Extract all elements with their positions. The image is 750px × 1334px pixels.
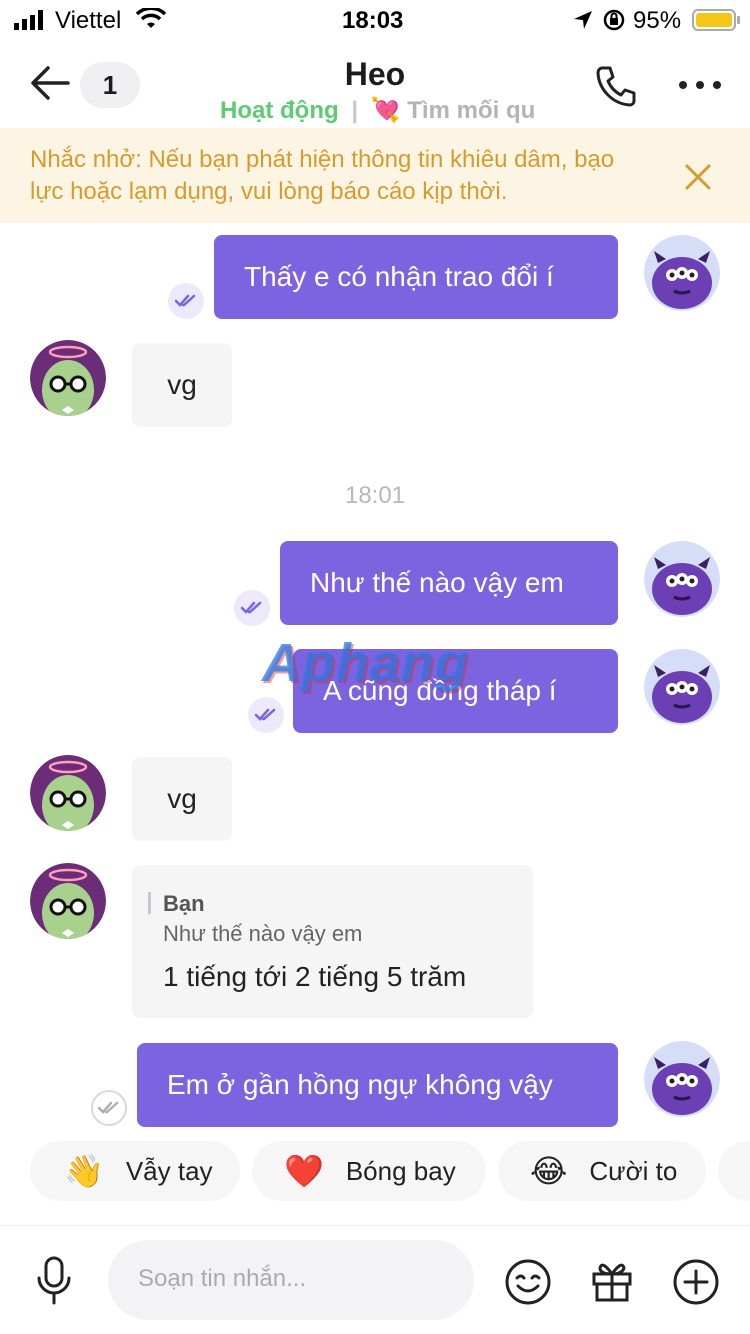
gift-icon[interactable]	[588, 1256, 636, 1304]
message-text: vg	[167, 369, 197, 400]
my-avatar[interactable]	[644, 541, 720, 617]
battery-percent: 95%	[633, 7, 682, 34]
quote-bar	[148, 892, 151, 914]
message-bubble-incoming[interactable]: vg	[132, 343, 232, 427]
message-bubble-outgoing[interactable]: Em ở gần hồng ngự không vậy	[137, 1043, 618, 1127]
contact-avatar[interactable]	[30, 755, 106, 831]
timestamp: 18:01	[344, 482, 406, 509]
message-text: 1 tiếng tới 2 tiếng 5 trăm	[163, 961, 467, 992]
emoji-icon[interactable]	[504, 1258, 552, 1306]
quick-reply-more[interactable]	[718, 1141, 750, 1201]
close-icon[interactable]	[684, 163, 712, 191]
my-avatar[interactable]	[644, 235, 720, 311]
safety-reminder-banner: Nhắc nhở: Nếu bạn phát hiện thông tin kh…	[0, 128, 750, 223]
laugh-icon: 😂	[530, 1153, 568, 1189]
microphone-icon[interactable]	[36, 1256, 72, 1306]
quick-reply-wave[interactable]: 👋 Vẫy tay	[30, 1141, 240, 1201]
battery-icon	[692, 9, 740, 31]
message-bubble-outgoing[interactable]: Thấy e có nhận trao đổi í	[214, 235, 618, 319]
watermark-logo: Aphang	[262, 633, 469, 693]
read-receipt-icon	[234, 590, 270, 626]
message-text: vg	[167, 783, 197, 814]
wave-icon: 👋	[64, 1153, 104, 1189]
message-text: Thấy e có nhận trao đổi í	[244, 261, 554, 292]
heart-icon: ❤️	[284, 1153, 324, 1189]
more-options-icon[interactable]	[678, 80, 722, 90]
signal-icon	[14, 10, 43, 30]
chip-label: Bóng bay	[345, 1155, 456, 1186]
quick-reply-balloon[interactable]: ❤️ Bóng bay	[252, 1141, 486, 1201]
chat-header: 1 Heo Hoạt động | 💘 Tìm mối qu	[0, 40, 750, 130]
wifi-icon	[136, 8, 166, 28]
my-avatar[interactable]	[644, 649, 720, 725]
message-input[interactable]: Soạn tin nhắn...	[108, 1240, 474, 1320]
contact-avatar[interactable]	[30, 340, 106, 416]
input-placeholder: Soạn tin nhắn...	[138, 1265, 307, 1292]
rotation-lock-icon	[603, 9, 625, 31]
chip-label: Vẫy tay	[125, 1155, 213, 1186]
quick-reply-laugh[interactable]: 😂 Cười to	[498, 1141, 706, 1201]
quote-author: Bạn	[163, 891, 205, 916]
clock: 18:03	[342, 7, 404, 34]
carrier-label: Viettel	[55, 7, 122, 34]
phone-call-icon[interactable]	[594, 64, 638, 108]
message-bubble-reply[interactable]: Bạn Như thế nào vậy em 1 tiếng tới 2 tiế…	[132, 865, 533, 1018]
message-bubble-outgoing[interactable]: Như thế nào vậy em	[280, 541, 618, 625]
chip-label: Cười to	[589, 1155, 678, 1186]
sent-receipt-icon	[91, 1090, 127, 1126]
add-attachment-icon[interactable]	[672, 1258, 720, 1306]
message-bubble-incoming[interactable]: vg	[132, 757, 232, 841]
header-subtitle: Hoạt động | 💘 Tìm mối qu	[220, 97, 536, 124]
message-text: Em ở gần hồng ngự không vậy	[167, 1069, 553, 1100]
read-receipt-icon	[168, 283, 204, 319]
composer-bar: Soạn tin nhắn...	[0, 1225, 750, 1334]
contact-avatar[interactable]	[30, 863, 106, 939]
quote-text: Như thế nào vậy em	[163, 921, 363, 946]
my-avatar[interactable]	[644, 1041, 720, 1117]
message-text: Như thế nào vậy em	[310, 567, 564, 598]
online-status: Hoạt động	[220, 97, 339, 124]
status-bar: Viettel 18:03 95%	[0, 0, 750, 40]
reminder-text: Nhắc nhở: Nếu bạn phát hiện thông tin kh…	[30, 146, 615, 205]
read-receipt-icon	[248, 697, 284, 733]
tag-icon: 💘	[370, 97, 401, 124]
dating-tag: Tìm mối qu	[407, 97, 536, 124]
location-arrow-icon	[574, 11, 592, 29]
